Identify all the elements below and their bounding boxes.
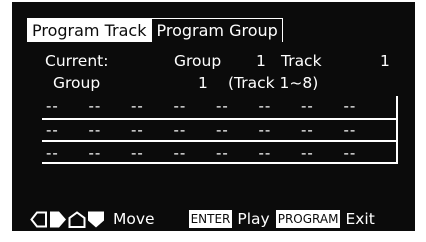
tab-program-track[interactable]: Program Track: [27, 18, 152, 42]
program-slot[interactable]: --: [344, 143, 387, 163]
right-arrow-icon: [50, 211, 66, 227]
program-slot[interactable]: --: [344, 96, 387, 116]
tab-bar: Program Track Program Group: [27, 18, 283, 42]
program-slot[interactable]: --: [259, 96, 302, 116]
program-slot[interactable]: --: [301, 120, 344, 140]
program-slot[interactable]: --: [46, 120, 89, 140]
enter-key[interactable]: ENTER: [188, 210, 233, 228]
program-slot[interactable]: --: [301, 143, 344, 163]
current-group-label: Group: [174, 52, 222, 70]
group-track-range: (Track 1~8): [228, 74, 319, 92]
current-track-label: Track: [281, 52, 322, 70]
play-label: Play: [237, 210, 270, 228]
arrow-keys: [30, 210, 105, 228]
program-slot[interactable]: --: [174, 120, 217, 140]
current-track-value: 1: [380, 52, 390, 70]
program-slot[interactable]: --: [46, 143, 89, 163]
exit-label: Exit: [345, 210, 375, 228]
row-divider: [42, 162, 398, 164]
tab-program-group[interactable]: Program Group: [151, 18, 283, 42]
program-row: -- -- -- -- -- -- -- --: [46, 96, 386, 116]
program-slot[interactable]: --: [131, 143, 174, 163]
program-slot[interactable]: --: [216, 120, 259, 140]
current-label: Current:: [45, 52, 109, 70]
program-slot[interactable]: --: [89, 120, 132, 140]
program-slot[interactable]: --: [259, 143, 302, 163]
program-slot[interactable]: --: [301, 96, 344, 116]
left-arrow-icon: [30, 211, 47, 227]
program-slot[interactable]: --: [174, 96, 217, 116]
group-value: 1: [198, 74, 208, 92]
current-group-value: 1: [256, 52, 266, 70]
up-arrow-icon: [68, 210, 86, 228]
group-label: Group: [53, 74, 101, 92]
program-slot[interactable]: --: [46, 96, 89, 116]
program-slot[interactable]: --: [216, 143, 259, 163]
row-divider: [42, 140, 398, 142]
program-slot[interactable]: --: [174, 143, 217, 163]
program-row: -- -- -- -- -- -- -- --: [46, 120, 386, 140]
program-slot[interactable]: --: [89, 96, 132, 116]
program-slot[interactable]: --: [216, 96, 259, 116]
program-slot[interactable]: --: [131, 96, 174, 116]
program-slot[interactable]: --: [344, 120, 387, 140]
down-arrow-icon: [88, 211, 104, 227]
program-slot[interactable]: --: [131, 120, 174, 140]
program-row: -- -- -- -- -- -- -- --: [46, 143, 386, 163]
program-key[interactable]: PROGRAM: [275, 210, 341, 228]
program-slot[interactable]: --: [259, 120, 302, 140]
move-label: Move: [113, 210, 155, 228]
grid-right-border: [396, 96, 398, 164]
program-slot[interactable]: --: [89, 143, 132, 163]
footer-bar: Move ENTER Play PROGRAM Exit: [30, 208, 381, 230]
